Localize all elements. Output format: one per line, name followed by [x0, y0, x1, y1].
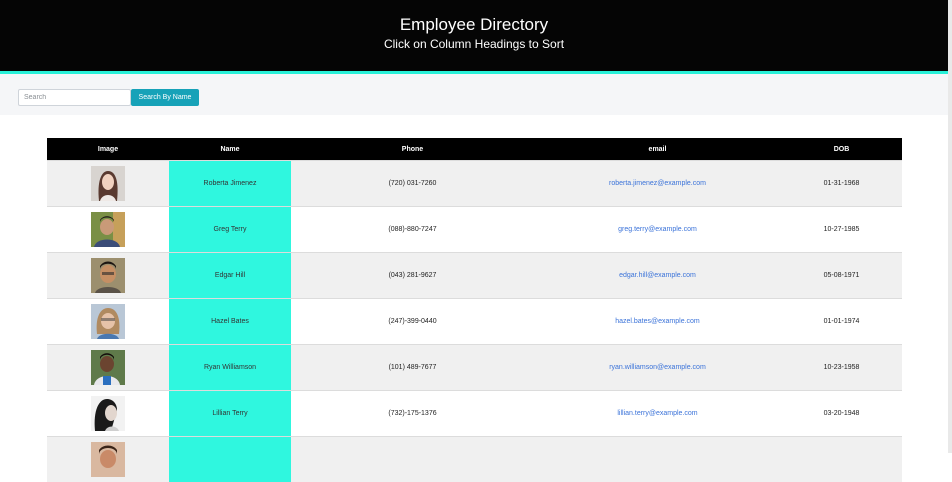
email-link[interactable]: roberta.jimenez@example.com [609, 180, 706, 187]
column-header-dob[interactable]: DOB [781, 138, 902, 161]
name-cell: Hazel Bates [169, 299, 291, 345]
column-header-image[interactable]: Image [47, 138, 169, 161]
phone-cell: (088)-880-7247 [291, 207, 534, 253]
image-cell [47, 345, 169, 391]
email-link[interactable]: hazel.bates@example.com [615, 318, 700, 325]
employee-photo [91, 304, 125, 339]
dob-cell: 01-01-1974 [781, 299, 902, 345]
table-row: Roberta Jimenez (720) 031-7260 roberta.j… [47, 161, 902, 207]
employee-photo [91, 258, 125, 293]
search-input[interactable] [18, 89, 131, 106]
column-header-phone[interactable]: Phone [291, 138, 534, 161]
dob-cell: 05-08-1971 [781, 253, 902, 299]
column-header-email[interactable]: email [534, 138, 781, 161]
table-header-row: Image Name Phone email DOB [47, 138, 902, 161]
employee-table: Image Name Phone email DOB Roberta Jimen… [47, 138, 902, 482]
page-subtitle: Click on Column Headings to Sort [0, 37, 948, 51]
phone-cell: (720) 031-7260 [291, 161, 534, 207]
dob-cell: 03-20-1948 [781, 391, 902, 437]
employee-photo [91, 396, 125, 431]
image-cell [47, 437, 169, 482]
email-cell: edgar.hill@example.com [534, 253, 781, 299]
phone-cell: (043) 281-9627 [291, 253, 534, 299]
image-cell [47, 299, 169, 345]
employee-photo [91, 212, 125, 247]
search-by-name-button[interactable]: Search By Name [131, 89, 199, 106]
employee-photo [91, 166, 125, 201]
scrollbar[interactable] [948, 0, 952, 453]
table-row: Hazel Bates (247)-399-0440 hazel.bates@e… [47, 299, 902, 345]
email-cell: lillian.terry@example.com [534, 391, 781, 437]
dob-cell: 10-23-1958 [781, 345, 902, 391]
phone-cell: (101) 489-7677 [291, 345, 534, 391]
page-header: Employee Directory Click on Column Headi… [0, 0, 948, 71]
email-cell: greg.terry@example.com [534, 207, 781, 253]
name-cell: Lillian Terry [169, 391, 291, 437]
email-link[interactable]: edgar.hill@example.com [619, 272, 696, 279]
name-cell: Roberta Jimenez [169, 161, 291, 207]
email-cell [534, 437, 781, 482]
email-cell: roberta.jimenez@example.com [534, 161, 781, 207]
table-row: Edgar Hill (043) 281-9627 edgar.hill@exa… [47, 253, 902, 299]
page-title: Employee Directory [0, 15, 948, 35]
name-cell [169, 437, 291, 482]
name-cell: Greg Terry [169, 207, 291, 253]
image-cell [47, 161, 169, 207]
table-row [47, 437, 902, 482]
name-cell: Edgar Hill [169, 253, 291, 299]
email-cell: ryan.williamson@example.com [534, 345, 781, 391]
table-row: Ryan Williamson (101) 489-7677 ryan.will… [47, 345, 902, 391]
dob-cell: 01-31-1968 [781, 161, 902, 207]
table-row: Lillian Terry (732)-175-1376 lillian.ter… [47, 391, 902, 437]
dob-cell [781, 437, 902, 482]
search-bar: Search By Name [0, 74, 948, 115]
email-link[interactable]: lillian.terry@example.com [617, 410, 697, 417]
email-link[interactable]: greg.terry@example.com [618, 226, 697, 233]
dob-cell: 10-27-1985 [781, 207, 902, 253]
employee-photo [91, 442, 125, 477]
phone-cell: (732)-175-1376 [291, 391, 534, 437]
image-cell [47, 391, 169, 437]
email-link[interactable]: ryan.williamson@example.com [609, 364, 706, 371]
employee-photo [91, 350, 125, 385]
column-header-name[interactable]: Name [169, 138, 291, 161]
email-cell: hazel.bates@example.com [534, 299, 781, 345]
name-cell: Ryan Williamson [169, 345, 291, 391]
image-cell [47, 207, 169, 253]
phone-cell: (247)-399-0440 [291, 299, 534, 345]
phone-cell [291, 437, 534, 482]
table-row: Greg Terry (088)-880-7247 greg.terry@exa… [47, 207, 902, 253]
image-cell [47, 253, 169, 299]
